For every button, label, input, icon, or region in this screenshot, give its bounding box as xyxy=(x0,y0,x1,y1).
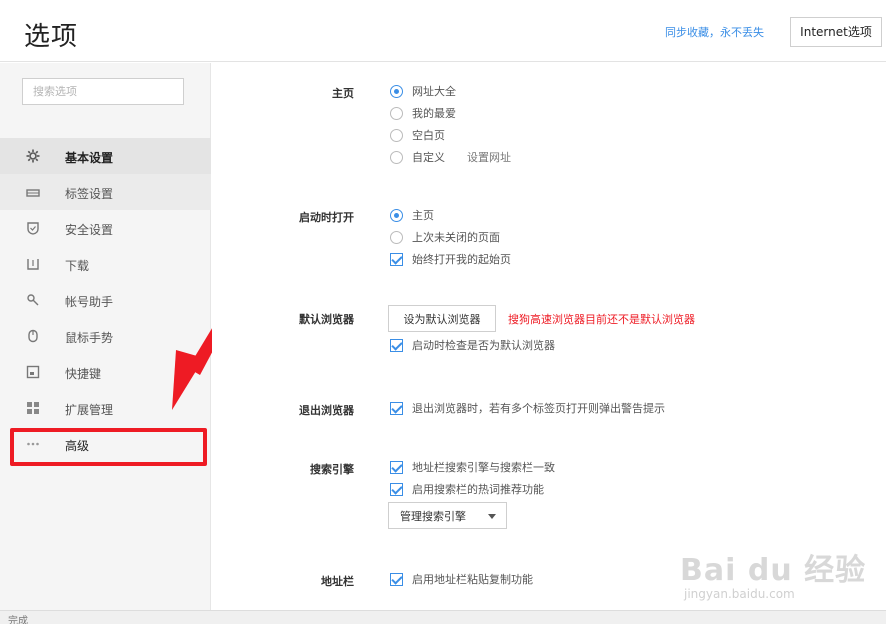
radio[interactable] xyxy=(390,230,403,244)
manage-search-engine-dropdown[interactable]: 管理搜索引擎 xyxy=(388,502,507,529)
homepage-label: 主页 xyxy=(332,87,354,100)
dropdown-label: 管理搜索引擎 xyxy=(400,509,466,523)
keyboard-icon xyxy=(26,365,40,379)
status-bar: 完成 xyxy=(0,610,886,624)
checkbox-label: 启用地址栏粘贴复制功能 xyxy=(412,573,533,586)
mouse-icon xyxy=(26,329,40,343)
homepage-option[interactable]: 我的最爱 xyxy=(390,105,456,121)
watermark-text: Bai du 经验 xyxy=(680,553,867,588)
checkbox[interactable] xyxy=(390,572,403,586)
homepage-option[interactable]: 自定义 设置网址 xyxy=(390,149,511,165)
sidebar-item-tabs[interactable]: 标签设置 xyxy=(0,174,211,210)
chevron-down-icon xyxy=(488,514,496,519)
search-engine-checkbox[interactable]: 启用搜索栏的热词推荐功能 xyxy=(390,481,544,497)
watermark-url: jingyan.baidu.com xyxy=(684,587,795,601)
radio[interactable] xyxy=(390,150,403,164)
option-label: 上次未关闭的页面 xyxy=(412,231,500,244)
radio[interactable] xyxy=(390,106,403,120)
startup-label: 启动时打开 xyxy=(299,211,354,224)
status-text: 完成 xyxy=(8,616,28,624)
tab-icon xyxy=(26,185,40,199)
radio-selected[interactable] xyxy=(390,208,403,222)
search-engine-label: 搜索引擎 xyxy=(310,463,354,476)
checkbox-label: 启动时检查是否为默认浏览器 xyxy=(412,339,555,352)
checkbox-label: 退出浏览器时，若有多个标签页打开则弹出警告提示 xyxy=(412,402,665,415)
header: 选项 同步收藏，永不丢失 Internet选项 xyxy=(0,0,886,62)
option-label: 自定义 xyxy=(412,151,445,164)
option-label: 网址大全 xyxy=(412,85,456,98)
option-label: 空白页 xyxy=(412,129,445,142)
baidu-jingyan-watermark: Bai du 经验 jingyan.baidu.com xyxy=(680,535,880,610)
sidebar-item-label: 扩展管理 xyxy=(65,403,114,417)
sidebar-item-label: 快捷键 xyxy=(65,367,102,381)
checkbox[interactable] xyxy=(390,401,403,415)
checkbox-label: 启用搜索栏的热词推荐功能 xyxy=(412,483,544,496)
sidebar-item-label: 标签设置 xyxy=(65,187,114,201)
download-icon xyxy=(26,257,40,271)
startup-checkbox[interactable]: 始终打开我的起始页 xyxy=(390,251,511,267)
default-browser-checkbox[interactable]: 启动时检查是否为默认浏览器 xyxy=(390,337,555,353)
checkbox[interactable] xyxy=(390,252,403,266)
internet-options-button[interactable]: Internet选项 xyxy=(790,17,882,47)
default-browser-label: 默认浏览器 xyxy=(299,313,354,326)
startup-option[interactable]: 主页 xyxy=(390,207,434,223)
sync-link[interactable]: 同步收藏，永不丢失 xyxy=(665,24,764,40)
checkbox-label: 始终打开我的起始页 xyxy=(412,253,511,266)
address-bar-label: 地址栏 xyxy=(321,575,354,588)
search-engine-checkbox[interactable]: 地址栏搜索引擎与搜索栏一致 xyxy=(390,459,555,475)
checkbox[interactable] xyxy=(390,482,403,496)
set-url-link[interactable]: 设置网址 xyxy=(467,149,511,165)
shield-icon xyxy=(26,221,40,235)
options-page: 选项 同步收藏，永不丢失 Internet选项 基本设置 标签设置 xyxy=(0,0,886,624)
sidebar-item-label: 鼠标手势 xyxy=(65,331,114,345)
sidebar-item-basic[interactable]: 基本设置 xyxy=(0,138,211,174)
grid-icon xyxy=(26,401,40,415)
radio[interactable] xyxy=(390,128,403,142)
startup-option[interactable]: 上次未关闭的页面 xyxy=(390,229,500,245)
sidebar-item-label: 基本设置 xyxy=(65,151,114,165)
default-browser-warning: 搜狗高速浏览器目前还不是默认浏览器 xyxy=(508,313,695,326)
sidebar-item-label: 帐号助手 xyxy=(65,295,114,309)
annotation-highlight-box xyxy=(10,428,207,466)
checkbox-label: 地址栏搜索引擎与搜索栏一致 xyxy=(412,461,555,474)
sidebar-item-security[interactable]: 安全设置 xyxy=(0,210,211,246)
option-label: 我的最爱 xyxy=(412,107,456,120)
gear-icon xyxy=(26,149,40,163)
exit-browser-checkbox[interactable]: 退出浏览器时，若有多个标签页打开则弹出警告提示 xyxy=(390,400,665,416)
search-input[interactable] xyxy=(22,78,184,105)
settings-panel: 主页 网址大全 我的最爱 空白页 自定义 设置网址 启动时打开 主页 上次未关闭… xyxy=(212,63,886,610)
homepage-option[interactable]: 空白页 xyxy=(390,127,445,143)
address-bar-checkbox[interactable]: 启用地址栏粘贴复制功能 xyxy=(390,571,533,587)
sidebar-item-label: 下载 xyxy=(65,259,90,273)
homepage-option[interactable]: 网址大全 xyxy=(390,83,456,99)
set-default-browser-button[interactable]: 设为默认浏览器 xyxy=(388,305,496,332)
sidebar-item-label: 安全设置 xyxy=(65,223,114,237)
checkbox[interactable] xyxy=(390,460,403,474)
checkbox[interactable] xyxy=(390,338,403,352)
key-icon xyxy=(26,293,40,307)
page-title: 选项 xyxy=(24,22,79,52)
exit-browser-label: 退出浏览器 xyxy=(299,404,354,417)
option-label: 主页 xyxy=(412,209,434,222)
radio-selected[interactable] xyxy=(390,84,403,98)
